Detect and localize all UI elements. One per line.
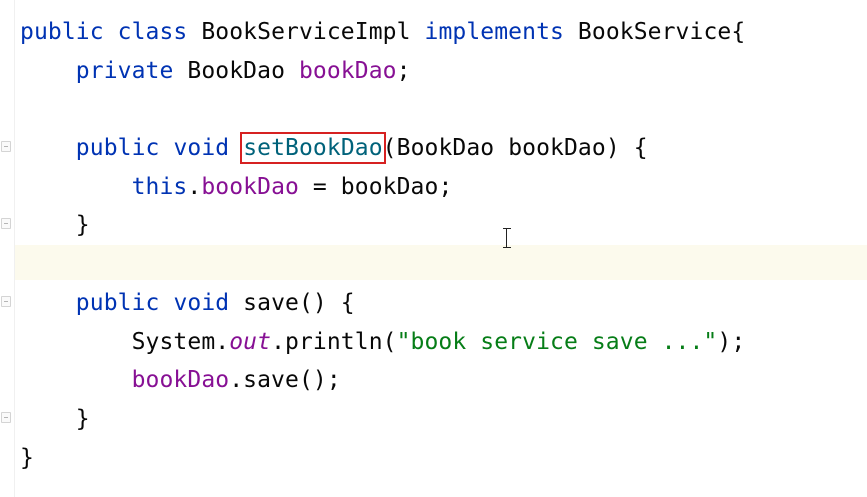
editor-gutter bbox=[0, 0, 14, 497]
code-line-6[interactable]: } bbox=[20, 210, 90, 240]
field-bookdao: bookDao bbox=[298, 58, 397, 84]
code-text: } bbox=[20, 445, 34, 471]
fold-marker-icon[interactable] bbox=[1, 218, 11, 229]
interface-name: BookService{ bbox=[563, 19, 746, 45]
static-field-out: out bbox=[229, 329, 272, 355]
code-text: = bookDao; bbox=[298, 174, 453, 200]
keyword-public: public bbox=[75, 290, 160, 316]
code-line-1[interactable]: public class BookServiceImpl implements … bbox=[20, 17, 745, 47]
keyword-implements: implements bbox=[424, 19, 564, 45]
field-bookdao: bookDao bbox=[201, 174, 299, 200]
string-literal: "book service save ..." bbox=[396, 329, 718, 355]
code-text: ; bbox=[396, 58, 411, 84]
code-line-5[interactable]: this.bookDao = bookDao; bbox=[20, 172, 453, 202]
fold-marker-icon[interactable] bbox=[1, 141, 11, 152]
code-line-10[interactable]: bookDao.save(); bbox=[20, 365, 341, 395]
code-line-4[interactable]: public void setBookDao(BookDao bookDao) … bbox=[20, 132, 648, 164]
code-line-12[interactable]: } bbox=[20, 443, 34, 473]
type-name: BookDao bbox=[173, 58, 299, 84]
code-line-8[interactable]: public void save() { bbox=[20, 288, 355, 318]
keyword-private: private bbox=[75, 58, 174, 84]
keyword-this: this bbox=[131, 174, 188, 200]
code-text: .save(); bbox=[229, 367, 341, 393]
method-setbookdao-highlighted[interactable]: setBookDao bbox=[240, 132, 386, 164]
code-text: save() { bbox=[229, 290, 355, 316]
keyword-void: void bbox=[173, 290, 230, 316]
keyword-public: public bbox=[20, 19, 104, 45]
code-editor[interactable]: public class BookServiceImpl implements … bbox=[0, 0, 867, 497]
code-text: ); bbox=[717, 329, 746, 355]
gutter-divider bbox=[14, 0, 15, 497]
code-text: .println( bbox=[271, 329, 397, 355]
method-params: (BookDao bookDao) { bbox=[382, 135, 648, 161]
field-bookdao: bookDao bbox=[131, 367, 230, 393]
code-line-2[interactable]: private BookDao bookDao; bbox=[20, 56, 411, 86]
text-cursor-icon bbox=[503, 228, 511, 248]
keyword-class: class bbox=[117, 19, 188, 45]
fold-marker-icon[interactable] bbox=[1, 412, 11, 423]
code-text: } bbox=[20, 212, 90, 238]
current-line-highlight bbox=[0, 245, 867, 280]
code-text: System. bbox=[20, 329, 230, 355]
fold-marker-icon[interactable] bbox=[1, 296, 11, 307]
code-line-9[interactable]: System.out.println("book service save ..… bbox=[20, 327, 746, 357]
class-name: BookServiceImpl bbox=[187, 19, 425, 45]
code-line-11[interactable]: } bbox=[20, 404, 90, 434]
code-text: } bbox=[20, 406, 90, 432]
keyword-void: void bbox=[173, 135, 230, 161]
keyword-public: public bbox=[75, 135, 160, 161]
code-text: . bbox=[187, 174, 202, 200]
